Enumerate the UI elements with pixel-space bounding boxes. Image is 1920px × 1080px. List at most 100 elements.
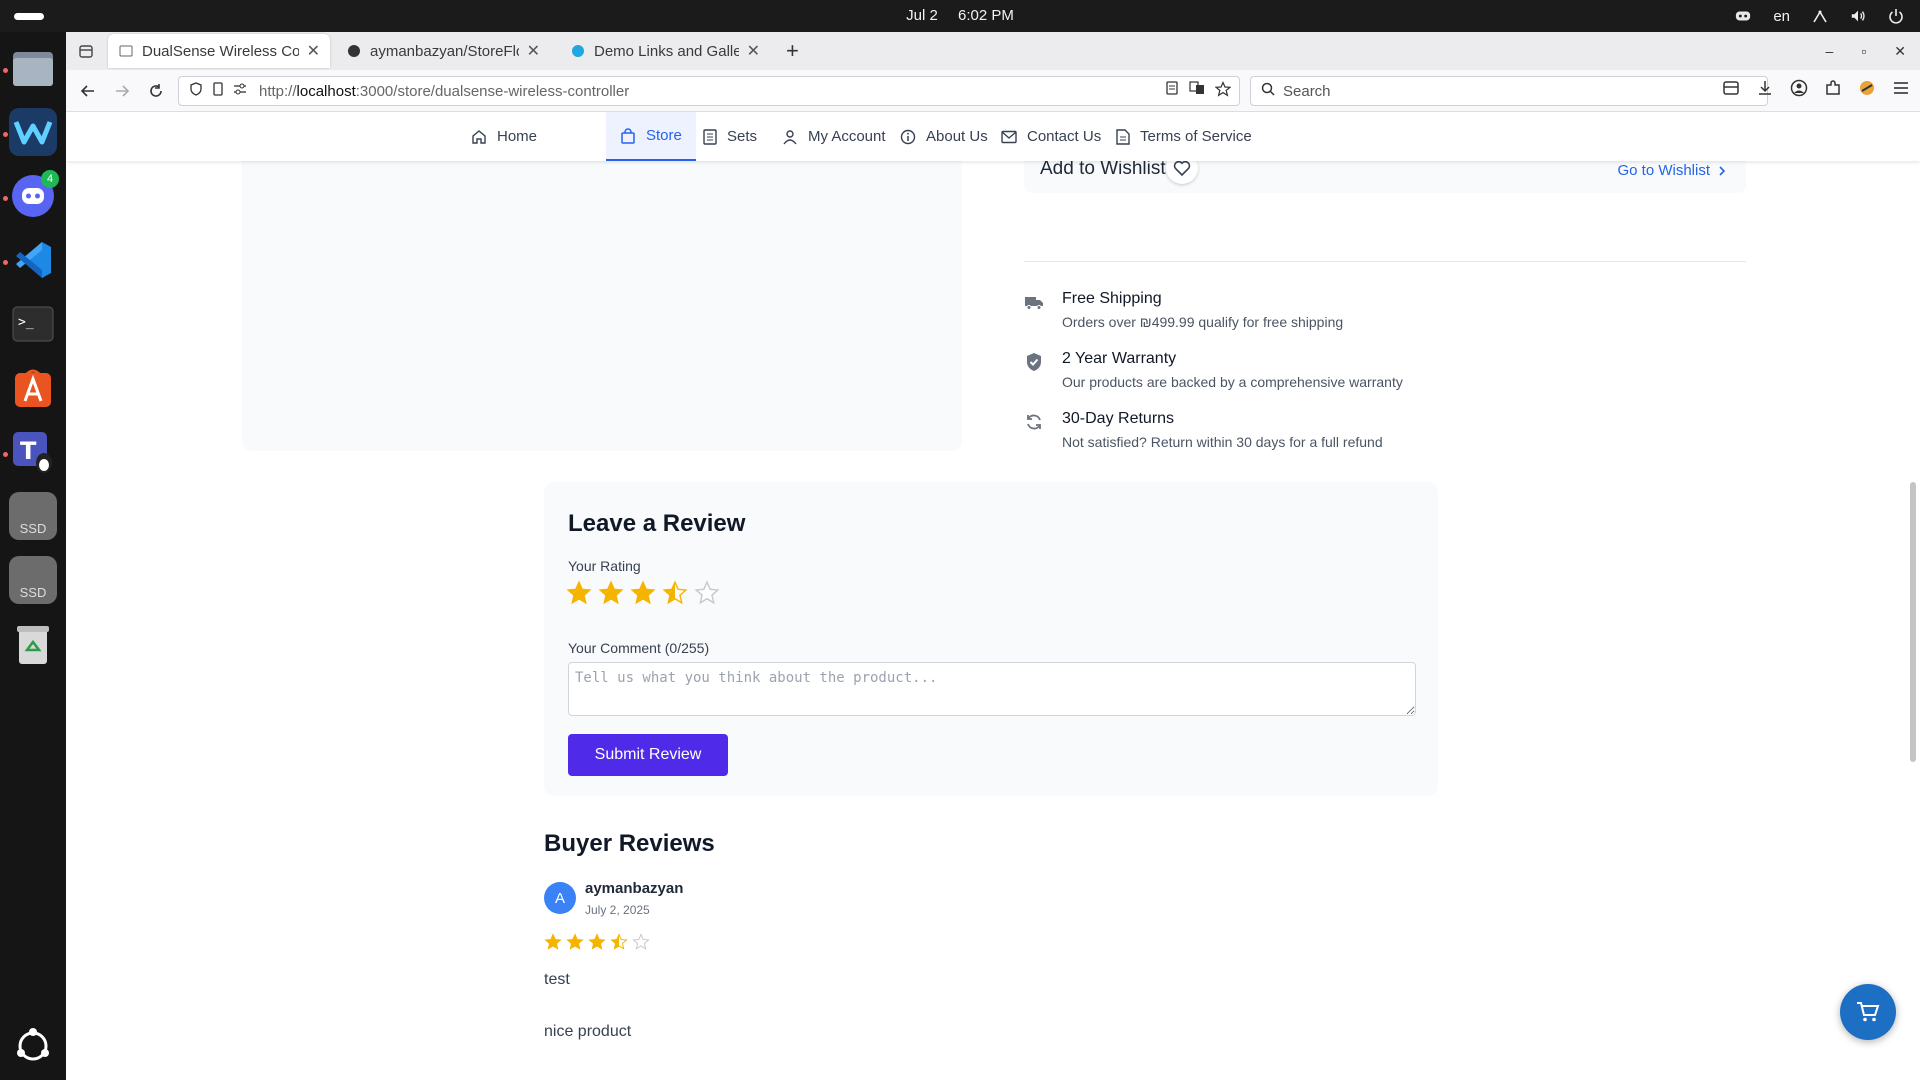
shield-icon[interactable] — [189, 82, 203, 100]
cart-button[interactable] — [1840, 984, 1896, 1040]
forward-icon[interactable] — [110, 79, 134, 103]
back-icon[interactable] — [76, 79, 100, 103]
ssd-drive-label: SSD — [19, 521, 47, 536]
nav-label: My Account — [808, 128, 886, 145]
nav-my-account[interactable]: My Account — [768, 112, 900, 161]
reload-icon[interactable] — [144, 79, 168, 103]
search-icon — [1261, 82, 1275, 100]
volume-icon[interactable] — [1850, 8, 1866, 24]
star-icon[interactable] — [630, 580, 656, 606]
page-favicon-icon — [118, 43, 134, 59]
extensions-icon[interactable] — [1824, 79, 1842, 102]
review-date: July 2, 2025 — [585, 903, 650, 917]
rating-label: Your Rating — [568, 558, 641, 574]
tab-demo-links[interactable]: Demo Links and Gallery | ✕ — [560, 34, 770, 68]
translate-icon[interactable] — [1189, 81, 1205, 101]
nav-label: Home — [497, 128, 538, 145]
star-icon[interactable] — [598, 580, 624, 606]
running-indicator — [3, 452, 8, 457]
teams-linux-app-icon[interactable]: T — [9, 428, 57, 476]
nav-sets[interactable]: Sets — [689, 112, 771, 161]
new-tab-button[interactable]: + — [786, 38, 799, 64]
clock-time: 6:02 PM — [957, 7, 1014, 24]
page-info-icon[interactable] — [211, 82, 225, 100]
account-icon[interactable] — [1790, 79, 1808, 102]
running-indicator — [3, 196, 8, 201]
section-divider — [1024, 261, 1746, 262]
address-bar[interactable]: http://localhost:3000/store/dualsense-wi… — [178, 76, 1240, 106]
star-icon — [588, 933, 606, 950]
discord-tray-icon[interactable] — [1735, 8, 1751, 24]
tab-overview-icon[interactable] — [74, 39, 98, 63]
vscode-app-icon[interactable] — [9, 236, 57, 284]
tab-strip: DualSense Wireless Cont ✕ aymanbazyan/St… — [66, 32, 1920, 70]
star-icon[interactable] — [694, 580, 720, 606]
info-icon — [900, 129, 916, 144]
url-text[interactable]: http://localhost:3000/store/dualsense-wi… — [259, 83, 1165, 100]
feature-warranty: 2 Year Warranty Our products are backed … — [1024, 350, 1403, 390]
comment-textarea[interactable] — [568, 662, 1416, 716]
language-indicator[interactable]: en — [1773, 8, 1790, 25]
tab-close-icon[interactable]: ✕ — [307, 41, 320, 61]
nav-home[interactable]: Home — [457, 112, 551, 161]
reviewer-name: aymanbazyan — [585, 880, 684, 897]
discord-app-icon[interactable]: 4 — [9, 170, 59, 220]
power-icon[interactable] — [1888, 8, 1904, 24]
nav-contact-us[interactable]: Contact Us — [987, 112, 1115, 161]
permissions-icon[interactable] — [233, 82, 247, 100]
downloads-icon[interactable] — [1756, 79, 1774, 102]
close-window-icon[interactable]: ✕ — [1894, 43, 1906, 60]
submit-review-button[interactable]: Submit Review — [568, 734, 728, 776]
tab-title: aymanbazyan/StoreFlow — [370, 42, 519, 60]
review-rating-stars — [544, 933, 650, 951]
star-icon[interactable] — [566, 580, 592, 606]
tab-close-icon[interactable]: ✕ — [527, 41, 540, 61]
ssd-drive-icon[interactable]: SSD — [9, 556, 57, 604]
nav-label: Store — [646, 127, 682, 144]
tab-dualsense[interactable]: DualSense Wireless Cont ✕ — [108, 34, 330, 68]
star-icon[interactable] — [662, 580, 688, 606]
system-tray: en — [1735, 0, 1904, 32]
window-controls: – ▫ ✕ — [1826, 32, 1907, 70]
star-icon — [544, 933, 562, 950]
clock[interactable]: Jul 2 6:02 PM — [0, 0, 1920, 32]
network-icon[interactable] — [1812, 8, 1828, 24]
notification-badge: 4 — [41, 170, 59, 188]
chevron-right-icon — [1719, 165, 1726, 176]
nav-label: Contact Us — [1027, 128, 1102, 145]
feature-description: Orders over ₪499.99 qualify for free shi… — [1062, 314, 1344, 330]
bookmark-star-icon[interactable] — [1214, 81, 1232, 101]
reader-view-icon[interactable] — [1165, 81, 1179, 101]
terminal-app-icon[interactable]: >_ — [9, 300, 57, 348]
show-apps-icon[interactable] — [9, 1022, 57, 1070]
star-icon — [632, 933, 650, 950]
mail-icon — [1001, 130, 1017, 143]
go-to-wishlist-link[interactable]: Go to Wishlist — [1617, 162, 1726, 179]
windsurf-app-icon[interactable] — [9, 108, 57, 156]
maximize-icon[interactable]: ▫ — [1861, 43, 1866, 59]
go-to-wishlist-label: Go to Wishlist — [1617, 162, 1710, 179]
page-scrollbar[interactable] — [1910, 482, 1916, 762]
url-prefix: http:// — [259, 82, 297, 100]
trash-icon[interactable] — [9, 620, 57, 668]
menu-icon[interactable] — [1892, 79, 1910, 102]
rating-stars-input — [566, 580, 720, 606]
site-navigation: Home Store Sets My Account About Us Cont… — [66, 112, 1920, 161]
minimize-icon[interactable]: – — [1826, 43, 1834, 59]
ssd-drive-icon[interactable]: SSD — [9, 492, 57, 540]
dock: 4 >_ T SSD SSD — [0, 32, 66, 1080]
feature-free-shipping: Free Shipping Orders over ₪499.99 qualif… — [1024, 290, 1343, 330]
search-bar[interactable]: Search — [1250, 76, 1768, 106]
tab-github[interactable]: aymanbazyan/StoreFlow ✕ — [336, 34, 550, 68]
files-app-icon[interactable] — [9, 44, 57, 92]
browser-toolbar — [1722, 79, 1910, 102]
search-placeholder: Search — [1283, 82, 1331, 100]
nav-store[interactable]: Store — [606, 112, 696, 161]
pocket-icon[interactable] — [1722, 79, 1740, 102]
nav-terms-of-service[interactable]: Terms of Service — [1102, 112, 1266, 161]
truck-icon — [1025, 297, 1043, 310]
extension-app-icon[interactable] — [1858, 79, 1876, 102]
app-center-icon[interactable] — [9, 364, 57, 412]
nav-about-us[interactable]: About Us — [886, 112, 1002, 161]
tab-close-icon[interactable]: ✕ — [747, 41, 760, 61]
